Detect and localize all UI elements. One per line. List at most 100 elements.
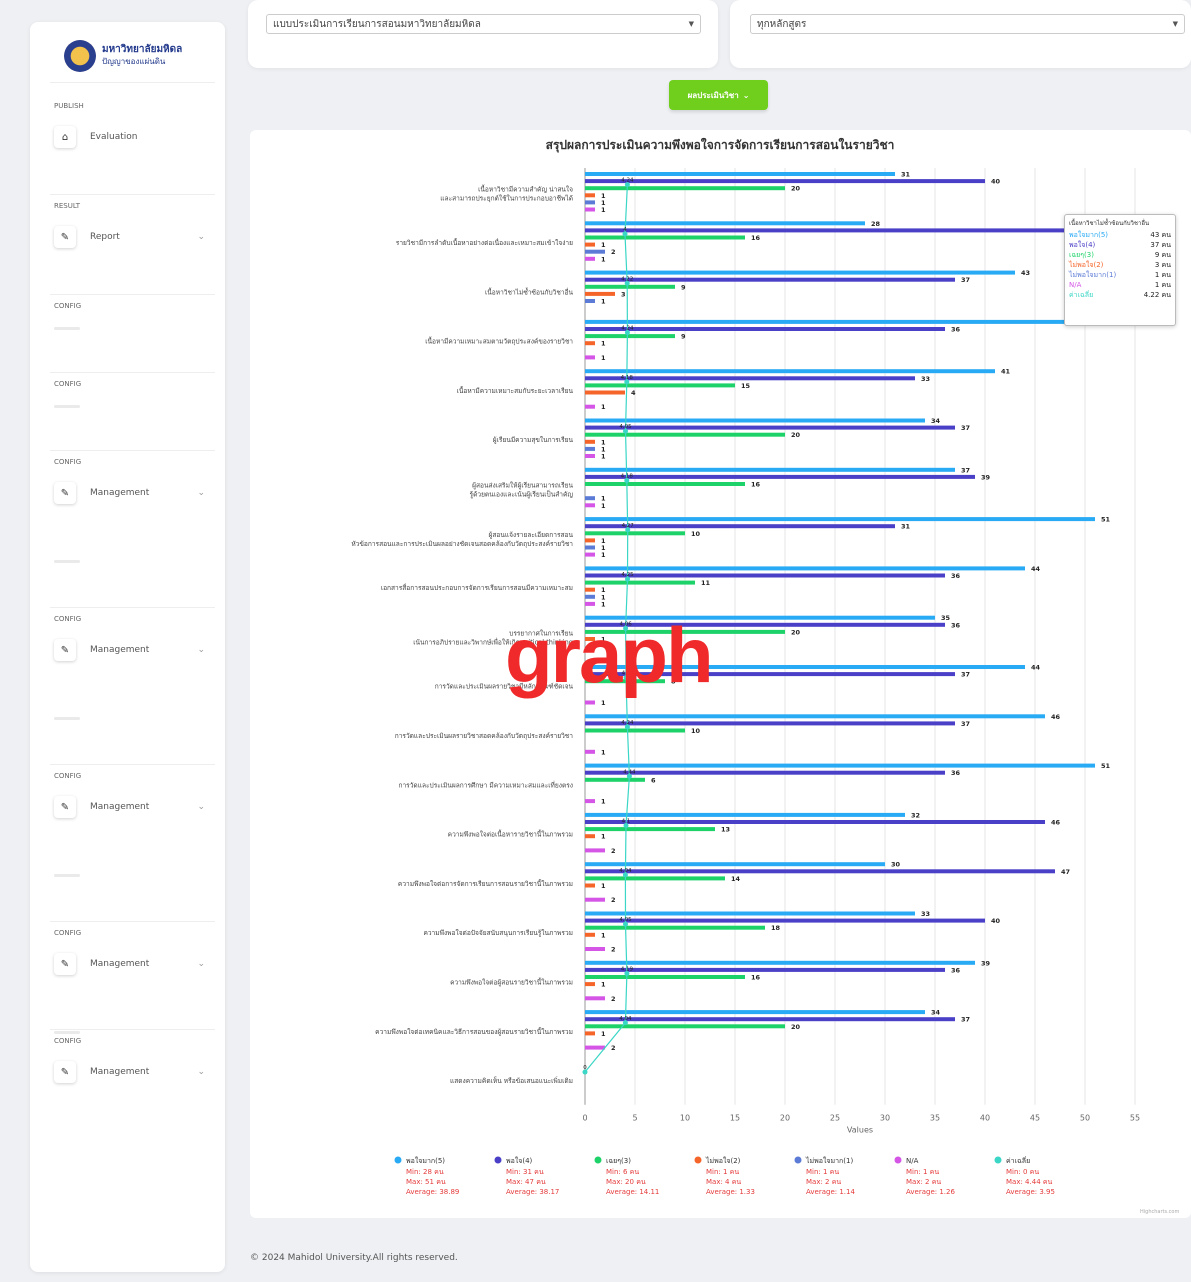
bar [585,721,955,726]
placeholder-bar [54,717,80,720]
data-label: 32 [911,811,920,819]
bar [585,496,595,501]
data-label: 2 [611,995,616,1003]
sidebar-item-report[interactable]: ✎ Report ⌄ [50,223,205,251]
section-label: CONFIG [54,1037,82,1045]
sidebar-item-label: Management [90,802,150,812]
category-label: เนื้อหาวิชามีความสำคัญ น่าสนใจและสามารถป… [440,185,573,203]
footer-copyright: © 2024 Mahidol University.All rights res… [250,1253,458,1263]
university-logo[interactable]: มหาวิทยาลัยมหิดล ปัญญาของแผ่นดิน [64,40,182,72]
x-tick-label: 25 [830,1114,840,1123]
bar [585,728,685,733]
category-label: แสดงความคิดเห็น หรือข้อเสนอแนะเพิ่มเติม [450,1076,573,1085]
bar [585,376,915,381]
data-label: 35 [941,614,951,622]
course-result-button-label: ผลประเมินวิชา [687,90,739,100]
legend-average: Average: 3.95 [1006,1188,1055,1196]
graph-overlay-text: graph [505,611,714,699]
seal-icon [64,40,96,72]
data-label: 2 [611,896,616,904]
data-label: 1 [601,354,606,362]
sidebar-item-management[interactable]: ✎ Management ⌄ [50,479,205,507]
category-label: เนื้อหามีความเหมาะสมกับระยะเวลาเรียน [457,386,574,395]
sidebar-item-management[interactable]: ✎ Management ⌄ [50,1058,205,1086]
chevron-down-icon: ⌄ [197,1067,205,1077]
bar [585,714,1045,719]
bar [585,277,955,282]
chevron-down-icon: ⌄ [197,488,205,498]
form-select[interactable]: แบบประเมินการเรียนการสอนมหาวิทยาลัยมหิดล… [266,14,701,34]
data-label: 16 [751,234,761,242]
data-label: 36 [951,572,961,580]
bar [585,848,605,853]
sidebar-item-label: Management [90,959,150,969]
x-tick-label: 35 [930,1114,940,1123]
legend-label: พอใจ(4) [506,1156,533,1165]
data-label: 31 [901,523,911,531]
data-label: 34 [931,417,941,425]
data-label: 31 [901,171,911,179]
legend-min: Min: 31 คน [506,1168,544,1176]
sidebar-item-management[interactable]: ✎ Management ⌄ [50,636,205,664]
tooltip-row: ไม่พอใจ(2) 3 คน [1069,260,1171,270]
data-label: 37 [961,720,970,728]
data-label: 1 [601,206,606,214]
highcharts-credit[interactable]: Highcharts.com [1140,1209,1179,1215]
data-label: 51 [1101,762,1111,770]
tooltip-row: ไม่พอใจมาก(1) 1 คน [1069,270,1171,280]
sidebar-item-management[interactable]: ✎ Management ⌄ [50,950,205,978]
bar [585,580,695,585]
course-select[interactable]: ทุกหลักสูตร ▼ [750,14,1185,34]
bar [585,770,945,775]
category-label: เนื้อหาวิชาไม่ซ้ำซ้อนกับวิชาอื่น [485,287,573,296]
data-label: 37 [961,424,970,432]
bar [585,284,675,289]
chart-title: สรุปผลการประเมินความพึงพอใจการจัดการเรีย… [546,137,895,153]
legend-max: Max: 2 คน [806,1178,841,1186]
data-label: 1 [601,748,606,756]
data-label: 36 [951,621,961,629]
legend-label: พอใจมาก(5) [406,1156,445,1165]
data-label: 46 [1051,819,1061,827]
bar [585,439,595,444]
tooltip-label: พอใจ(4) [1069,241,1096,249]
sidebar-item-evaluation[interactable]: ⌂ Evaluation [50,123,205,151]
data-label: 46 [1051,713,1061,721]
bar [585,404,595,409]
bar [585,1017,955,1022]
legend-label: เฉยๆ(3) [606,1157,631,1165]
average-label: 4.24 [621,178,634,184]
data-label: 1 [601,298,606,306]
average-label: 4.05 [619,917,632,923]
bar [585,749,595,754]
bar [585,982,595,987]
bar [585,249,605,254]
bar [585,474,975,479]
bar [585,960,975,965]
tooltip-value: 3 คน [1154,261,1171,269]
course-result-button[interactable]: ผลประเมินวิชา ⌄ [669,80,768,110]
form-select-value: แบบประเมินการเรียนการสอนมหาวิทยาลัยมหิดล [273,18,481,30]
tool-icon: ✎ [54,226,76,248]
chevron-down-icon: ⌄ [197,645,205,655]
bar [585,947,605,951]
legend-label: ไม่พอใจมาก(1) [805,1156,853,1165]
data-label: 37 [961,466,970,474]
tooltip-label: N/A [1069,281,1082,289]
data-label: 44 [1031,664,1041,672]
data-label: 1 [601,1030,606,1038]
divider [50,372,215,373]
data-label: 10 [691,727,701,735]
sidebar-item-management[interactable]: ✎ Management ⌄ [50,793,205,821]
data-label: 36 [951,769,961,777]
data-label: 1 [601,241,606,249]
section-label: CONFIG [54,929,82,937]
bar [585,454,595,458]
legend-marker [494,1156,502,1164]
legend-min: Min: 1 คน [906,1168,939,1176]
legend-average: Average: 1.26 [906,1188,955,1196]
logo-title: มหาวิทยาลัยมหิดล [102,44,183,55]
bar [585,432,785,437]
section-label: CONFIG [54,772,82,780]
category-label: รายวิชามีการลำดับเนื้อหาอย่างต่อเนื่องแล… [396,238,573,247]
